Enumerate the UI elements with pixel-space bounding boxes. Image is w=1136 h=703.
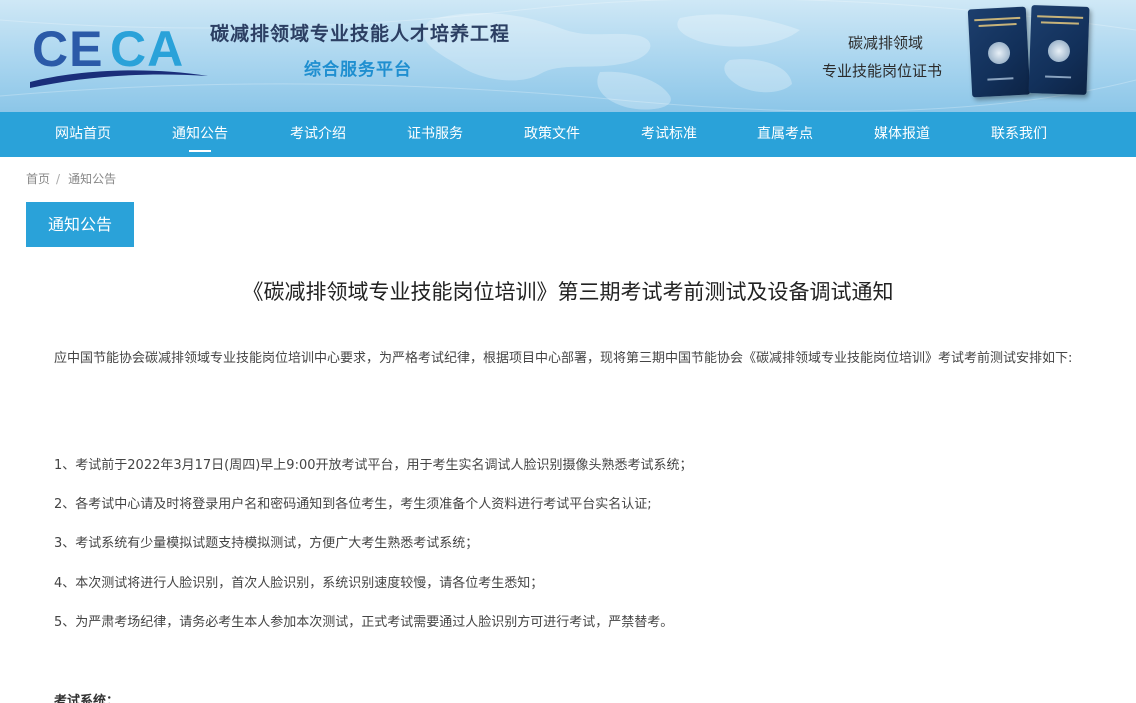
breadcrumb-separator: / [56, 172, 61, 186]
article-list-item: 5、为严肃考场纪律，请务必考生本人参加本次测试，正式考试需要通过人脸识别方可进行… [54, 615, 674, 630]
breadcrumb: 首页 / 通知公告 [26, 170, 116, 187]
svg-text:CE: CE [32, 21, 103, 77]
breadcrumb-current: 通知公告 [68, 172, 117, 186]
section-tab-notices[interactable]: 通知公告 [26, 202, 134, 247]
article-list-item: 4、本次测试将进行人脸识别，首次人脸识别，系统识别速度较慢，请各位考生悉知； [54, 576, 544, 591]
site-subtitle: 综合服务平台 [304, 60, 412, 80]
nav-item-policy-files[interactable]: 政策文件 [524, 112, 580, 157]
certificate-book-icon [1028, 5, 1090, 95]
article-title: 《碳减排领域专业技能岗位培训》第三期考试考前测试及设备调试通知 [242, 280, 894, 304]
nav-item-notices[interactable]: 通知公告 [172, 112, 228, 157]
nav-item-media-reports[interactable]: 媒体报道 [874, 112, 930, 157]
ceca-logo[interactable]: CE CA [26, 14, 210, 88]
svg-text:CA: CA [110, 21, 184, 77]
certificate-caption-line2: 专业技能岗位证书 [822, 62, 943, 80]
certificate-caption-line1: 碳减排领域 [848, 34, 924, 52]
certificate-book-icon [967, 6, 1031, 98]
nav-item-exam-standards[interactable]: 考试标准 [641, 112, 697, 157]
nav-item-certificate-service[interactable]: 证书服务 [407, 112, 463, 157]
nav-item-exam-centers[interactable]: 直属考点 [757, 112, 813, 157]
article-intro: 应中国节能协会碳减排领域专业技能岗位培训中心要求，为严格考试纪律，根据项目中心部… [54, 351, 1073, 366]
nav-item-contact[interactable]: 联系我们 [991, 112, 1047, 157]
article-list-item: 2、各考试中心请及时将登录用户名和密码通知到各位考生，考生须准备个人资料进行考试… [54, 497, 652, 512]
article-list-item: 3、考试系统有少量模拟试题支持模拟测试，方便广大考生熟悉考试系统； [54, 536, 479, 551]
site-title: 碳减排领域专业技能人才培养工程 [210, 23, 511, 45]
nav-item-home[interactable]: 网站首页 [55, 112, 111, 157]
article-list-item: 1、考试前于2022年3月17日(周四)早上9:00开放考试平台，用于考生实名调… [54, 458, 693, 473]
exam-system-subheading: 考试系统： [54, 694, 120, 703]
nav-item-exam-intro[interactable]: 考试介绍 [290, 112, 346, 157]
header-banner: CE CA 碳减排领域专业技能人才培养工程 综合服务平台 碳减排领域 专业技能岗… [0, 0, 1136, 112]
main-nav: 网站首页 通知公告 考试介绍 证书服务 政策文件 考试标准 直属考点 媒体报道 … [0, 112, 1136, 157]
breadcrumb-home-link[interactable]: 首页 [26, 172, 50, 186]
